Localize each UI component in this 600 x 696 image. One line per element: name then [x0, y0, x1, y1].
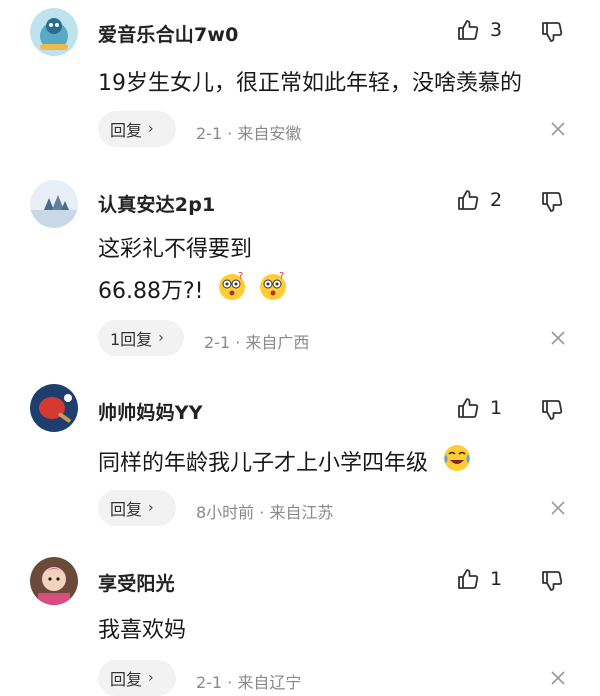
avatar[interactable] — [30, 384, 78, 432]
comment-text: 同样的年龄我儿子才上小学四年级 — [98, 442, 473, 486]
comment-text-line: 66.88万?! — [98, 279, 204, 304]
thumbs-down-icon — [542, 192, 563, 212]
svg-text:?: ? — [279, 271, 284, 282]
like-button[interactable]: 3 — [456, 18, 502, 42]
like-count: 1 — [490, 568, 503, 590]
chevron-right-icon: › — [148, 500, 154, 516]
comment-item: 享受阳光 1 我喜欢妈 回复 › 2-1 · 来自辽宁 — [0, 545, 600, 696]
comment-text: 66.88万?! ? ? — [98, 270, 289, 314]
username[interactable]: 爱音乐合山7w0 — [98, 20, 239, 47]
like-count: 1 — [490, 397, 503, 419]
comment-item: 认真安达2p1 2 这彩礼不得要到 66.88万?! ? ? 1回复 › 2-1… — [0, 170, 600, 370]
svg-text:?: ? — [238, 271, 243, 282]
like-count: 2 — [490, 189, 503, 211]
chevron-right-icon: › — [148, 121, 154, 137]
thumbs-up-icon — [458, 190, 479, 210]
like-count: 3 — [490, 19, 503, 41]
shocked-face-emoji-icon: ? — [216, 270, 248, 314]
avatar[interactable] — [30, 8, 78, 56]
thumbs-up-icon — [458, 569, 479, 589]
comment-meta: 2-1 · 来自安徽 — [196, 124, 302, 143]
crying-laughing-emoji-icon — [441, 442, 473, 486]
thumbs-up-icon — [458, 398, 479, 418]
thumbs-down-icon — [542, 400, 563, 420]
avatar[interactable] — [30, 557, 78, 605]
thumbs-down-icon — [542, 571, 563, 591]
comment-meta: 2-1 · 来自广西 — [204, 333, 310, 352]
reply-button[interactable]: 回复 › — [98, 111, 176, 147]
reply-button[interactable]: 1回复 › — [98, 320, 184, 356]
comment-item: 爱音乐合山7w0 3 19岁生女儿，很正常如此年轻，没啥羡慕的 回复 › 2-1… — [0, 0, 600, 170]
reply-label: 1回复 — [110, 330, 153, 349]
dislike-button[interactable] — [540, 190, 564, 218]
reply-button[interactable]: 回复 › — [98, 660, 176, 696]
comment-text-line: 同样的年龄我儿子才上小学四年级 — [98, 451, 429, 476]
avatar[interactable] — [30, 180, 78, 228]
shocked-face-emoji-icon: ? — [257, 270, 289, 314]
reply-label: 回复 — [110, 670, 143, 689]
comment-meta: 8小时前 · 来自江苏 — [196, 503, 334, 522]
like-button[interactable]: 1 — [456, 567, 502, 591]
like-button[interactable]: 2 — [456, 188, 502, 212]
close-button[interactable] — [551, 500, 565, 519]
chevron-right-icon: › — [148, 670, 154, 686]
comment-text: 这彩礼不得要到 — [98, 237, 253, 262]
comment-item: 帅帅妈妈YY 1 同样的年龄我儿子才上小学四年级 回复 › 8小时前 · 来自江… — [0, 370, 600, 545]
close-button[interactable] — [551, 121, 565, 140]
username[interactable]: 认真安达2p1 — [98, 190, 215, 217]
username[interactable]: 帅帅妈妈YY — [98, 398, 203, 425]
close-icon — [551, 122, 565, 136]
comment-text: 我喜欢妈 — [98, 618, 187, 643]
username[interactable]: 享受阳光 — [98, 569, 175, 596]
reply-label: 回复 — [110, 500, 143, 519]
reply-label: 回复 — [110, 121, 143, 140]
dislike-button[interactable] — [540, 569, 564, 597]
dislike-button[interactable] — [540, 20, 564, 48]
comment-meta: 2-1 · 来自辽宁 — [196, 673, 302, 692]
like-button[interactable]: 1 — [456, 396, 502, 420]
close-icon — [551, 331, 565, 345]
close-icon — [551, 671, 565, 685]
close-button[interactable] — [551, 330, 565, 349]
chevron-right-icon: › — [158, 330, 164, 346]
close-button[interactable] — [551, 670, 565, 689]
reply-button[interactable]: 回复 › — [98, 490, 176, 526]
dislike-button[interactable] — [540, 398, 564, 426]
comment-text: 19岁生女儿，很正常如此年轻，没啥羡慕的 — [98, 71, 522, 96]
close-icon — [551, 501, 565, 515]
thumbs-up-icon — [458, 20, 479, 40]
thumbs-down-icon — [542, 22, 563, 42]
